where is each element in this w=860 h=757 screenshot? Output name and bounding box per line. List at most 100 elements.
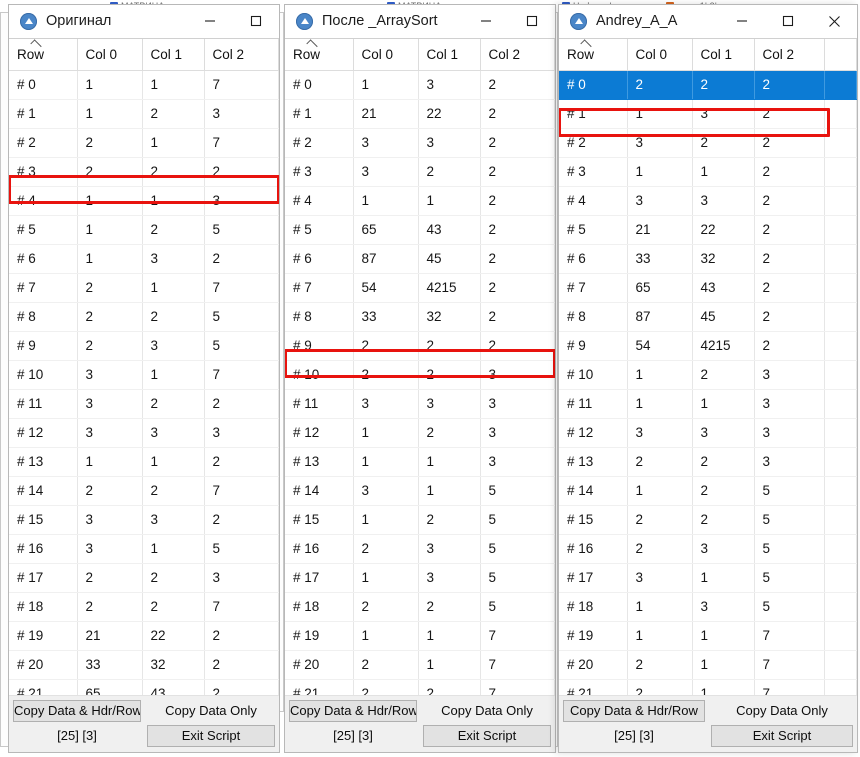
copy-data-hdr-row-button[interactable]: Copy Data & Hdr/Row (563, 700, 705, 722)
table-row[interactable]: # 12 1 2 3 (285, 418, 555, 448)
copy-data-hdr-row-button[interactable]: Copy Data & Hdr/Row (13, 700, 141, 722)
table-row[interactable]: # 11 3 2 2 (9, 389, 279, 419)
column-header-col1[interactable]: Col 1 (418, 39, 481, 71)
data-table[interactable]: Row Col 0 Col 1 Col 2 # 0 1 3 2 # 1 21 22 2 # 23… (285, 39, 555, 695)
table-row[interactable]: # 14 1 2 5 (559, 476, 857, 506)
table-row[interactable]: # 9235 (9, 331, 279, 361)
table-row[interactable]: # 18 2 2 7 (9, 592, 279, 622)
table-row[interactable]: # 14 3 1 5 (285, 476, 555, 506)
table-row[interactable]: # 0117 (9, 70, 279, 100)
table-row[interactable]: # 17 3 1 5 (559, 563, 857, 593)
copy-data-only-button[interactable]: Copy Data Only (423, 700, 551, 722)
maximize-icon[interactable] (509, 5, 555, 38)
titlebar-andrey-a-a[interactable]: Andrey_A_A (559, 5, 857, 38)
table-row[interactable]: # 19 21 22 2 (9, 621, 279, 651)
column-header-col2[interactable]: Col 2 (754, 39, 825, 71)
window-andrey-a-a[interactable]: Andrey_A_A Row Col 0 Col 1 Col 2 # 0 2 2 2 #… (558, 4, 858, 753)
table-row[interactable]: # 12 3 3 3 (9, 418, 279, 448)
table-row[interactable]: # 3322 (285, 157, 555, 187)
table-row[interactable]: # 19 1 1 7 (559, 621, 857, 651)
table-row[interactable]: # 18 2 2 5 (285, 592, 555, 622)
table-row[interactable]: # 0222 (559, 70, 857, 100)
table-row[interactable]: # 17 1 3 5 (285, 563, 555, 593)
table-row[interactable]: # 6132 (9, 244, 279, 274)
table-row[interactable]: # 0132 (285, 70, 555, 100)
table-row[interactable]: # 21 65 43 2 (9, 679, 279, 695)
data-table[interactable]: Row Col 0 Col 1 Col 2 # 0 1 1 7 # 1 1 2 3 # 2217… (9, 39, 279, 695)
column-header-col0[interactable]: Col 0 (627, 39, 693, 71)
table-row[interactable]: # 4332 (559, 186, 857, 216)
table-row[interactable]: # 4113 (9, 186, 279, 216)
table-row[interactable]: # 3222 (9, 157, 279, 187)
table-row[interactable]: # 16 3 1 5 (9, 534, 279, 564)
column-header-col1[interactable]: Col 1 (142, 39, 205, 71)
table-row[interactable]: # 1132 (559, 99, 857, 129)
table-row[interactable]: # 7217 (9, 273, 279, 303)
table-row[interactable]: # 2332 (285, 128, 555, 158)
exit-script-button[interactable]: Exit Script (711, 725, 853, 747)
column-header-row[interactable]: Row (285, 39, 354, 71)
column-header-col0[interactable]: Col 0 (353, 39, 419, 71)
table-row[interactable]: # 13 2 2 3 (559, 447, 857, 477)
table-row[interactable]: # 7 65 43 2 (559, 273, 857, 303)
table-row[interactable]: # 10 2 2 3 (285, 360, 555, 390)
table-row[interactable]: # 3112 (559, 157, 857, 187)
column-header-row[interactable]: Row (9, 39, 78, 71)
column-header-row[interactable]: Row (559, 39, 628, 71)
table-row[interactable]: # 13 1 1 2 (9, 447, 279, 477)
table-row[interactable]: # 10 1 2 3 (559, 360, 857, 390)
table-row[interactable]: # 4112 (285, 186, 555, 216)
table-row[interactable]: # 10 3 1 7 (9, 360, 279, 390)
titlebar-original[interactable]: Оригинал (9, 5, 279, 38)
table-row[interactable]: # 20 2 1 7 (285, 650, 555, 680)
copy-data-only-button[interactable]: Copy Data Only (147, 700, 275, 722)
table-area-andrey-a-a[interactable]: Row Col 0 Col 1 Col 2 # 0 2 2 2 # 1 1 3 2 # 2322… (559, 38, 857, 695)
table-row[interactable]: # 9222 (285, 331, 555, 361)
window-original[interactable]: Оригинал Row Col 0 Col 1 Col 2 # 0 1 1 7 # 1… (8, 4, 280, 753)
table-row[interactable]: # 13 1 1 3 (285, 447, 555, 477)
table-row[interactable]: # 9 54 4215 2 (559, 331, 857, 361)
table-row[interactable]: # 19 1 1 7 (285, 621, 555, 651)
maximize-icon[interactable] (765, 5, 811, 38)
table-row[interactable]: # 2322 (559, 128, 857, 158)
table-row[interactable]: # 6 33 32 2 (559, 244, 857, 274)
table-row[interactable]: # 15 2 2 5 (559, 505, 857, 535)
copy-data-only-button[interactable]: Copy Data Only (711, 700, 853, 722)
exit-script-button[interactable]: Exit Script (423, 725, 551, 747)
table-row[interactable]: # 14 2 2 7 (9, 476, 279, 506)
table-row[interactable]: # 18 1 3 5 (559, 592, 857, 622)
data-table[interactable]: Row Col 0 Col 1 Col 2 # 0 2 2 2 # 1 1 3 2 # 2322… (559, 39, 857, 695)
table-row[interactable]: # 1123 (9, 99, 279, 129)
column-header-col2[interactable]: Col 2 (204, 39, 279, 71)
table-row[interactable]: # 16 2 3 5 (285, 534, 555, 564)
maximize-icon[interactable] (233, 5, 279, 38)
table-area-original[interactable]: Row Col 0 Col 1 Col 2 # 0 1 1 7 # 1 1 2 3 # 2217… (9, 38, 279, 695)
table-row[interactable]: # 15 3 3 2 (9, 505, 279, 535)
copy-data-hdr-row-button[interactable]: Copy Data & Hdr/Row (289, 700, 417, 722)
table-row[interactable]: # 17 2 2 3 (9, 563, 279, 593)
table-row[interactable]: # 5125 (9, 215, 279, 245)
window-after-arraysort[interactable]: После _ArraySort Row Col 0 Col 1 Col 2 #… (284, 4, 556, 753)
table-area-after-arraysort[interactable]: Row Col 0 Col 1 Col 2 # 0 1 3 2 # 1 21 22 2 # 23… (285, 38, 555, 695)
table-row[interactable]: # 1 21 22 2 (285, 99, 555, 129)
table-row[interactable]: # 12 3 3 3 (559, 418, 857, 448)
table-row[interactable]: # 5 65 43 2 (285, 215, 555, 245)
table-row[interactable]: # 20 33 32 2 (9, 650, 279, 680)
table-row[interactable]: # 6 87 45 2 (285, 244, 555, 274)
column-header-col2[interactable]: Col 2 (480, 39, 555, 71)
table-row[interactable]: # 5 21 22 2 (559, 215, 857, 245)
table-row[interactable]: # 8 87 45 2 (559, 302, 857, 332)
column-header-col1[interactable]: Col 1 (692, 39, 755, 71)
close-icon[interactable] (811, 5, 857, 38)
titlebar-after-arraysort[interactable]: После _ArraySort (285, 5, 555, 38)
table-row[interactable]: # 21 2 1 7 (559, 679, 857, 695)
exit-script-button[interactable]: Exit Script (147, 725, 275, 747)
minimize-icon[interactable] (463, 5, 509, 38)
table-row[interactable]: # 7 54 4215 2 (285, 273, 555, 303)
table-row[interactable]: # 20 2 1 7 (559, 650, 857, 680)
table-row[interactable]: # 16 2 3 5 (559, 534, 857, 564)
table-row[interactable]: # 21 2 2 7 (285, 679, 555, 695)
table-row[interactable]: # 11 1 1 3 (559, 389, 857, 419)
column-header-col0[interactable]: Col 0 (77, 39, 143, 71)
minimize-icon[interactable] (187, 5, 233, 38)
